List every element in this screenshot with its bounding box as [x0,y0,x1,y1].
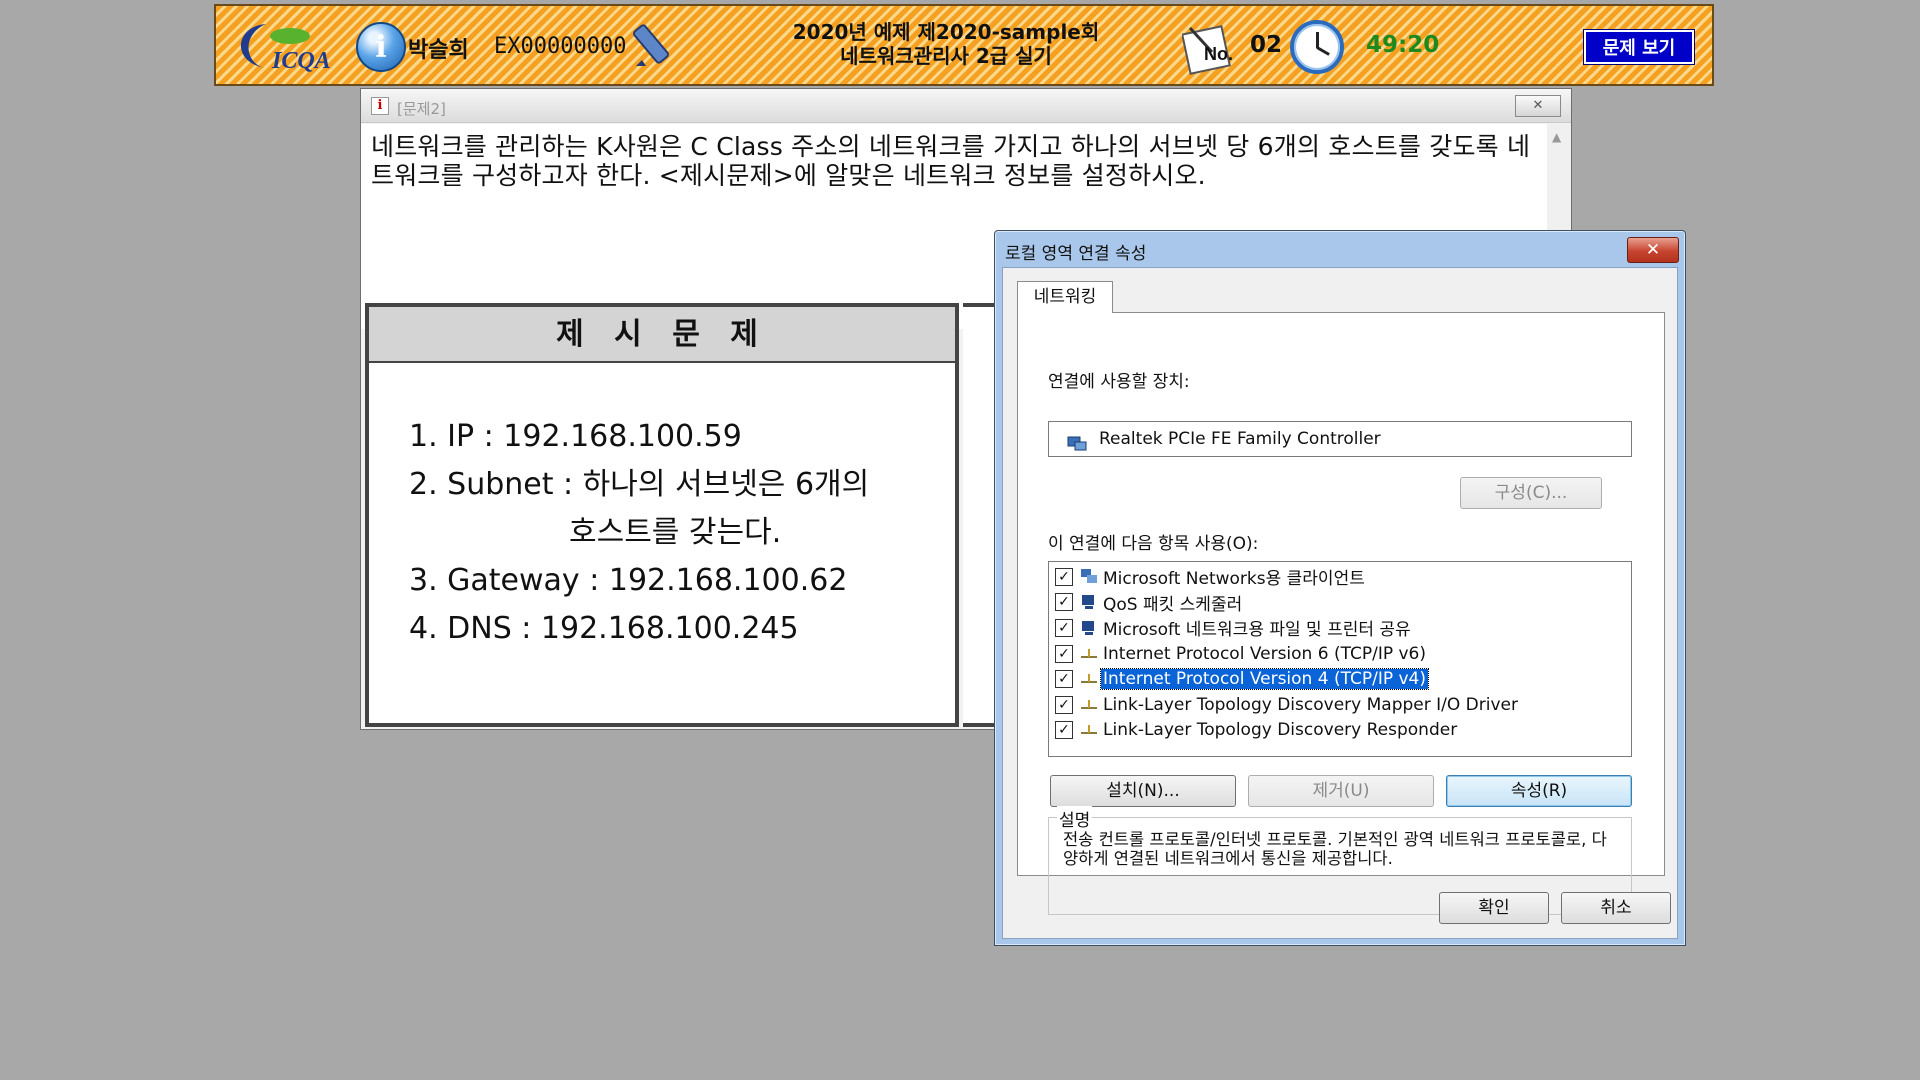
list-item[interactable]: ✓ Microsoft Networks용 클라이언트 [1055,564,1631,590]
device-field: Realtek PCIe FE Family Controller [1048,421,1632,457]
question-window-close-button[interactable]: ✕ [1515,95,1561,117]
description-legend: 설명 [1057,806,1093,831]
question-window-title: [문제2] [397,100,446,118]
networking-panel: 연결에 사용할 장치: Realtek PCIe FE Family Contr… [1017,312,1665,915]
device-name: Realtek PCIe FE Family Controller [1099,429,1381,449]
components-list[interactable]: ✓ Microsoft Networks용 클라이언트 ✓ QoS 패킷 스케줄… [1048,561,1632,757]
problem-item-subnet: 2. Subnet : 하나의 서브넷은 6개의 [409,467,870,502]
problem-item-ip: 1. IP : 192.168.100.59 [409,419,742,454]
candidate-name: 박슬희 [408,38,469,63]
dialog-close-button[interactable]: ✕ [1627,237,1679,263]
checkbox[interactable]: ✓ [1055,567,1073,586]
uninstall-button[interactable]: 제거(U) [1248,775,1434,807]
problem-list: 1. IP : 192.168.100.59 2. Subnet : 하나의 서… [369,363,955,653]
ok-button[interactable]: 확인 [1439,892,1549,924]
checkbox[interactable]: ✓ [1055,721,1073,740]
document-icon: i [371,97,389,115]
configure-button[interactable]: 구성(C)... [1460,477,1602,509]
icqa-logo: ICQA [226,16,346,78]
cancel-button[interactable]: 취소 [1561,892,1671,924]
network-client-icon [1079,567,1099,587]
checkbox[interactable]: ✓ [1055,644,1073,663]
scroll-up-icon[interactable]: ▲ [1552,130,1561,144]
install-button[interactable]: 설치(N)... [1050,775,1236,807]
exam-header-bar: ICQA i 박슬희 EX00000000 2020년 예제 제2020-sam… [214,4,1714,86]
properties-button[interactable]: 속성(R) [1446,775,1632,807]
network-service-icon [1079,618,1099,638]
problem-item-subnet-cont: 호스트를 갖는다. [569,515,782,550]
problem-item-gateway: 3. Gateway : 192.168.100.62 [409,563,848,598]
tab-networking[interactable]: 네트워킹 [1017,281,1113,313]
question-number: 02 [1250,32,1283,58]
exam-title: 2020년 예제 제2020-sample회 네트워크관리사 2급 실기 [746,20,1146,68]
dialog-body: 네트워킹 연결에 사용할 장치: Realtek PCIe FE Family … [1002,267,1678,939]
list-item[interactable]: ✓ QoS 패킷 스케줄러 [1055,590,1631,616]
device-label: 연결에 사용할 장치: [1048,372,1190,392]
checkbox[interactable]: ✓ [1055,593,1073,612]
checkbox[interactable]: ✓ [1055,670,1073,689]
network-service-icon [1079,592,1099,612]
checkbox[interactable]: ✓ [1055,618,1073,637]
pen-icon [626,20,678,76]
exam-title-line1: 2020년 예제 제2020-sample회 [792,20,1100,44]
list-item-selected[interactable]: ✓ Internet Protocol Version 4 (TCP/IP v4… [1055,666,1631,692]
list-item-label: Microsoft 네트워크용 파일 및 프린터 공유 [1103,620,1411,641]
protocol-icon [1079,695,1099,715]
protocol-icon [1079,720,1099,740]
list-item[interactable]: ✓ Internet Protocol Version 6 (TCP/IP v6… [1055,641,1631,667]
checkbox[interactable]: ✓ [1055,695,1073,714]
protocol-icon [1079,644,1099,664]
list-item-label: Internet Protocol Version 4 (TCP/IP v4) [1100,668,1429,691]
list-item[interactable]: ✓ Microsoft 네트워크용 파일 및 프린터 공유 [1055,615,1631,641]
logo-text: ICQA [271,48,331,74]
question-window-titlebar: i [문제2] ✕ [361,89,1571,123]
problem-item-dns: 4. DNS : 192.168.100.245 [409,611,799,646]
exam-number: EX00000000 [494,34,627,59]
timer: 49:20 [1366,32,1440,58]
view-problem-button[interactable]: 문제 보기 [1583,29,1695,65]
list-item[interactable]: ✓ Link-Layer Topology Discovery Responde… [1055,718,1631,744]
question-text: 네트워크를 관리하는 K사원은 C Class 주소의 네트워크를 가지고 하나… [371,132,1531,190]
protocol-icon [1079,669,1099,689]
info-icon[interactable]: i [356,22,406,72]
clock-icon [1290,20,1344,74]
problem-box: 제 시 문 제 1. IP : 192.168.100.59 2. Subnet… [365,303,959,727]
list-item-label: Link-Layer Topology Discovery Responder [1103,720,1458,741]
items-label: 이 연결에 다음 항목 사용(O): [1048,534,1259,554]
exam-title-line2: 네트워크관리사 2급 실기 [840,44,1052,68]
list-item[interactable]: ✓ Link-Layer Topology Discovery Mapper I… [1055,692,1631,718]
list-item-label: Link-Layer Topology Discovery Mapper I/O… [1103,694,1518,715]
dialog-title: 로컬 영역 연결 속성 [1005,244,1147,264]
question-number-icon: No. [1181,22,1244,76]
list-item-label: QoS 패킷 스케줄러 [1103,594,1243,615]
network-adapter-icon [1067,430,1087,451]
description-text: 전송 컨트롤 프로토콜/인터넷 프로토콜. 기본적인 광역 네트워크 프로토콜로… [1063,830,1607,868]
list-item-label: Microsoft Networks용 클라이언트 [1103,569,1365,590]
list-item-label: Internet Protocol Version 6 (TCP/IP v6) [1103,643,1426,664]
problem-title: 제 시 문 제 [369,307,955,363]
question-no-label: No. [1204,44,1233,64]
connection-properties-dialog: 로컬 영역 연결 속성 ✕ 네트워킹 연결에 사용할 장치: Realtek P… [994,230,1686,946]
